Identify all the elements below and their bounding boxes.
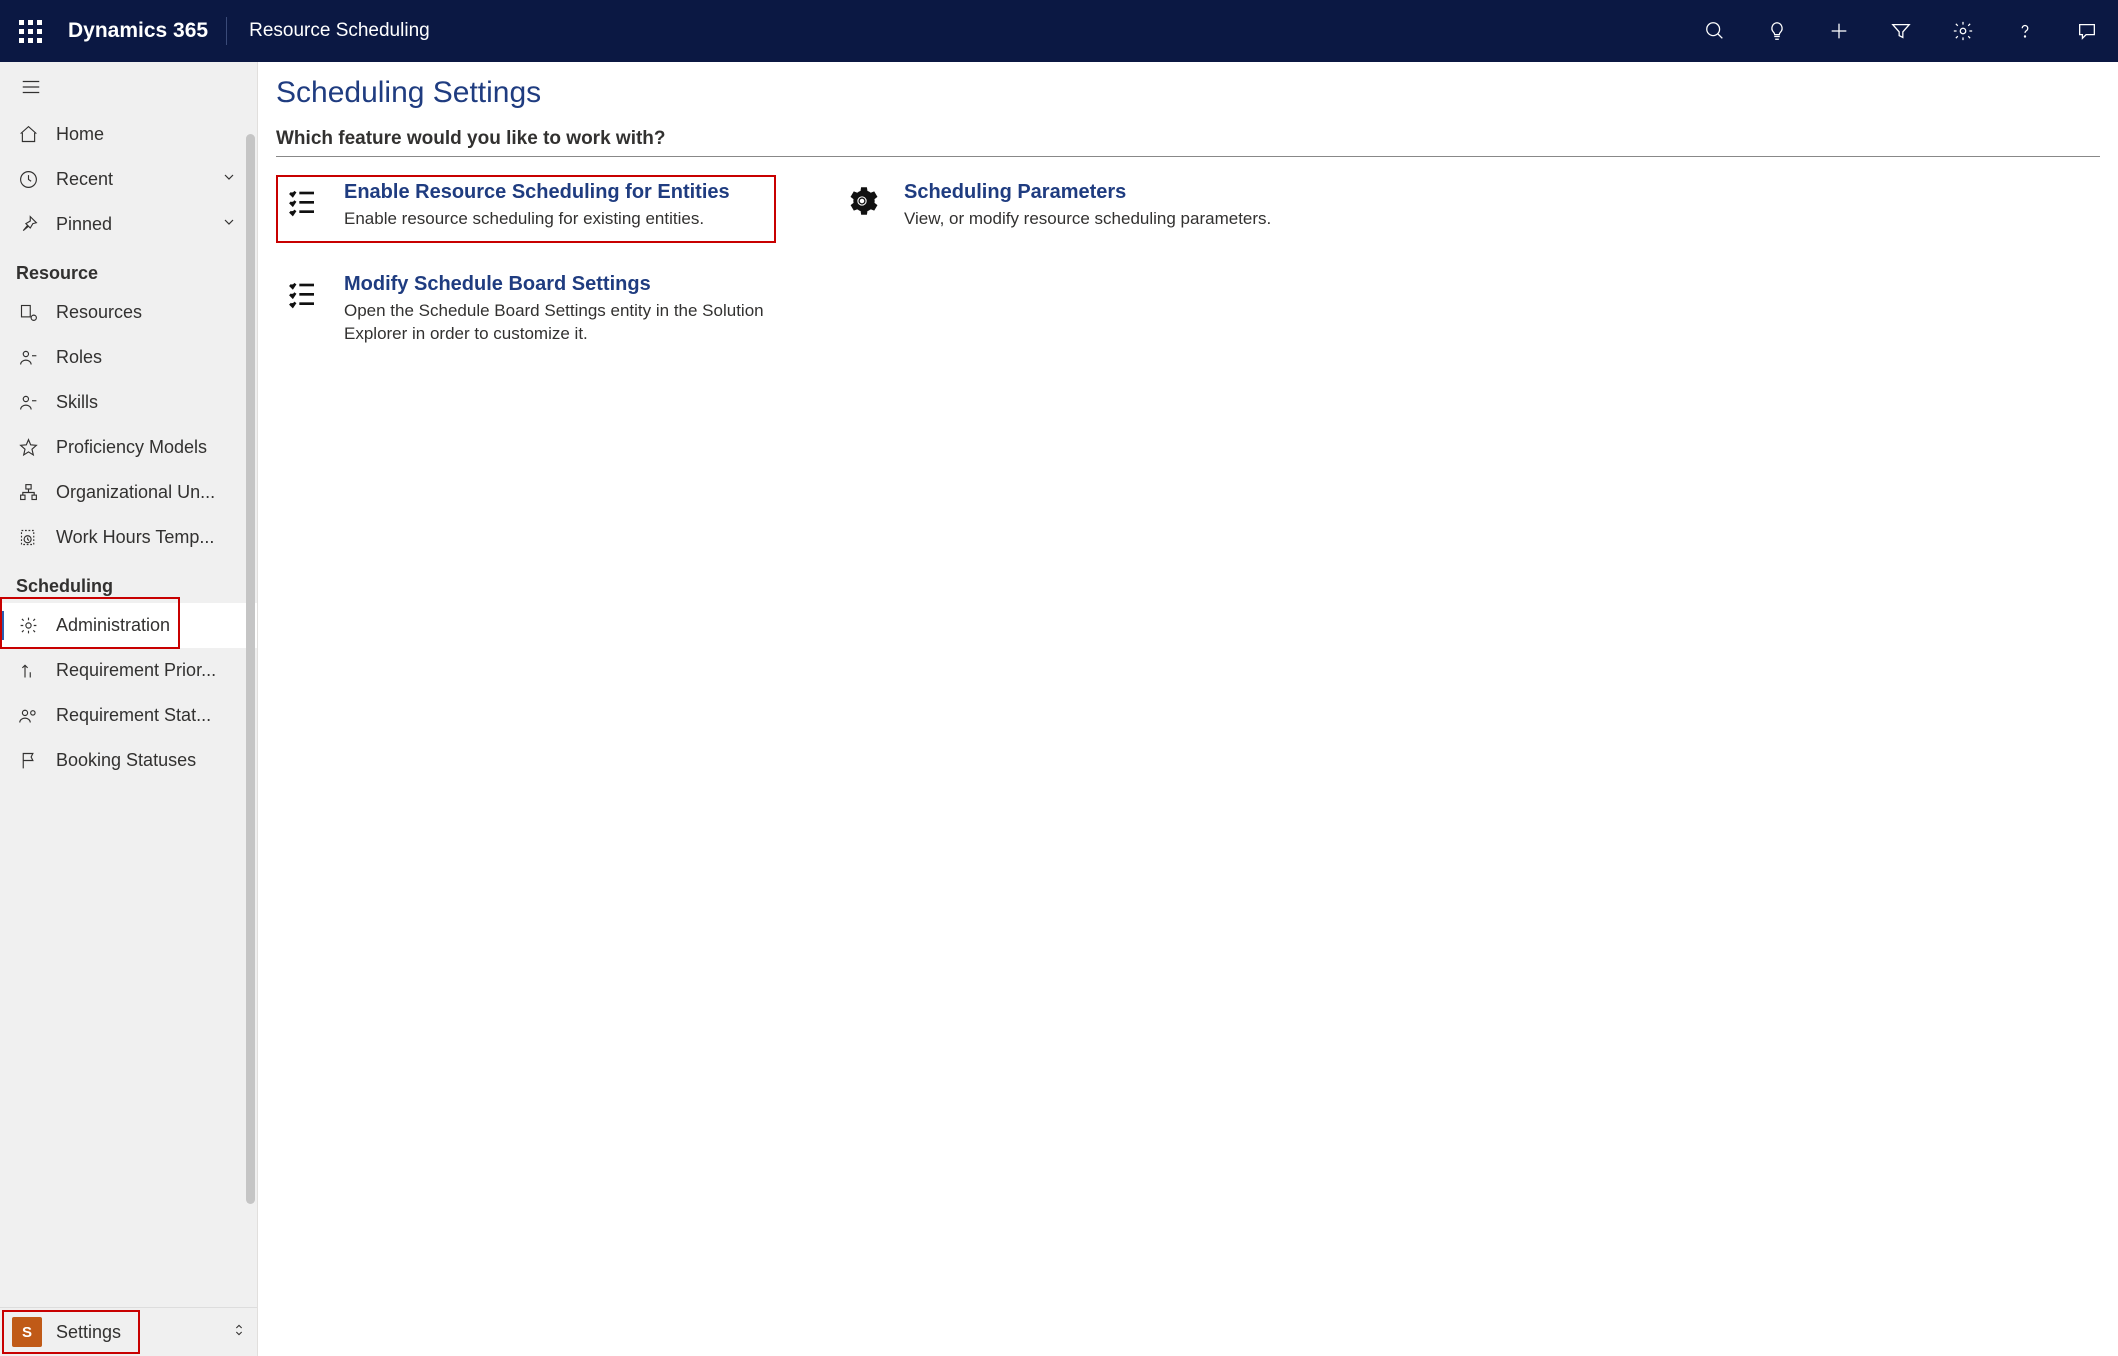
- plus-icon: [1828, 20, 1850, 42]
- hamburger-icon: [20, 76, 42, 98]
- app-name[interactable]: Resource Scheduling: [227, 20, 430, 42]
- page-title: Scheduling Settings: [258, 62, 2118, 128]
- updown-icon: [231, 1320, 247, 1345]
- nav-item-pinned[interactable]: Pinned: [0, 202, 257, 247]
- main-content: Scheduling Settings Which feature would …: [258, 62, 2118, 1356]
- persongroup-icon: [16, 704, 40, 728]
- card-desc: Open the Schedule Board Settings entity …: [344, 300, 764, 346]
- add-button[interactable]: [1808, 0, 1870, 62]
- brand-link[interactable]: Dynamics 365: [60, 19, 226, 43]
- ideas-button[interactable]: [1746, 0, 1808, 62]
- card-scheduling-parameters[interactable]: Scheduling Parameters View, or modify re…: [836, 175, 1281, 239]
- nav-item-booking-statuses[interactable]: Booking Statuses: [0, 738, 257, 783]
- gear-icon: [1952, 20, 1974, 42]
- nav-scroll: Home Recent Pinned Resource Resources Ro…: [0, 62, 257, 1307]
- nav-item-resources[interactable]: Resources: [0, 290, 257, 335]
- filter-button[interactable]: [1870, 0, 1932, 62]
- nav-collapse-button[interactable]: [0, 62, 257, 112]
- pin-icon: [16, 213, 40, 237]
- top-actions: [1684, 0, 2118, 62]
- lightbulb-icon: [1766, 20, 1788, 42]
- waffle-icon: [19, 20, 42, 43]
- clock-icon: [16, 168, 40, 192]
- nav-item-recent[interactable]: Recent: [0, 157, 257, 202]
- card-modify-board[interactable]: Modify Schedule Board Settings Open the …: [276, 267, 776, 354]
- flag-icon: [16, 749, 40, 773]
- nav-item-label: Pinned: [56, 214, 221, 235]
- nav-item-label: Organizational Un...: [56, 482, 241, 503]
- priority-icon: [16, 659, 40, 683]
- nav-item-req-priorities[interactable]: Requirement Prior...: [0, 648, 257, 693]
- nav-item-home[interactable]: Home: [0, 112, 257, 157]
- search-icon: [1704, 20, 1726, 42]
- nav-item-label: Booking Statuses: [56, 750, 241, 771]
- search-button[interactable]: [1684, 0, 1746, 62]
- nav-item-label: Skills: [56, 392, 241, 413]
- area-switcher[interactable]: S Settings: [0, 1307, 257, 1356]
- template-icon: [16, 526, 40, 550]
- chevron-down-icon: [221, 214, 241, 235]
- home-icon: [16, 123, 40, 147]
- settings-button[interactable]: [1932, 0, 1994, 62]
- app-launcher-button[interactable]: [0, 0, 60, 62]
- star-icon: [16, 436, 40, 460]
- nav-item-label: Recent: [56, 169, 221, 190]
- person-icon: [16, 391, 40, 415]
- nav-item-label: Roles: [56, 347, 241, 368]
- person-icon: [16, 346, 40, 370]
- nav-item-label: Requirement Prior...: [56, 660, 241, 681]
- question-icon: [2014, 20, 2036, 42]
- nav-group-resource: Resource: [0, 247, 257, 290]
- area-label: Settings: [56, 1322, 231, 1343]
- nav-item-org-units[interactable]: Organizational Un...: [0, 470, 257, 515]
- chat-icon: [2076, 20, 2098, 42]
- nav-item-roles[interactable]: Roles: [0, 335, 257, 380]
- nav-item-label: Home: [56, 124, 241, 145]
- left-nav: Home Recent Pinned Resource Resources Ro…: [0, 62, 258, 1356]
- nav-item-proficiency[interactable]: Proficiency Models: [0, 425, 257, 470]
- nav-item-label: Proficiency Models: [56, 437, 241, 458]
- card-title: Scheduling Parameters: [904, 181, 1271, 204]
- nav-group-scheduling: Scheduling: [0, 560, 257, 603]
- checklist-icon: [284, 275, 320, 311]
- cards-area: Enable Resource Scheduling for Entities …: [258, 157, 2118, 354]
- nav-item-label: Administration: [56, 615, 241, 636]
- funnel-icon: [1890, 20, 1912, 42]
- nav-item-req-statuses[interactable]: Requirement Stat...: [0, 693, 257, 738]
- nav-item-skills[interactable]: Skills: [0, 380, 257, 425]
- assistant-button[interactable]: [2056, 0, 2118, 62]
- nav-item-label: Work Hours Temp...: [56, 527, 241, 548]
- gear-icon: [16, 614, 40, 638]
- checklist-icon: [284, 183, 320, 219]
- nav-item-label: Resources: [56, 302, 241, 323]
- left-column: Enable Resource Scheduling for Entities …: [276, 175, 776, 354]
- nav-item-work-hours[interactable]: Work Hours Temp...: [0, 515, 257, 560]
- area-tile: S: [12, 1317, 42, 1347]
- org-icon: [16, 481, 40, 505]
- card-title: Enable Resource Scheduling for Entities: [344, 181, 730, 204]
- resources-icon: [16, 301, 40, 325]
- gear-solid-icon: [844, 183, 880, 219]
- chevron-down-icon: [221, 169, 241, 190]
- right-column: Scheduling Parameters View, or modify re…: [836, 175, 1281, 239]
- card-enable-scheduling[interactable]: Enable Resource Scheduling for Entities …: [276, 175, 776, 243]
- card-desc: View, or modify resource scheduling para…: [904, 208, 1271, 231]
- card-desc: Enable resource scheduling for existing …: [344, 208, 730, 231]
- nav-item-label: Requirement Stat...: [56, 705, 241, 726]
- nav-scrollbar[interactable]: [245, 134, 257, 1297]
- top-bar: Dynamics 365 Resource Scheduling: [0, 0, 2118, 62]
- help-button[interactable]: [1994, 0, 2056, 62]
- page-prompt: Which feature would you like to work wit…: [276, 128, 2100, 157]
- nav-item-administration[interactable]: Administration: [0, 603, 257, 648]
- card-title: Modify Schedule Board Settings: [344, 273, 764, 296]
